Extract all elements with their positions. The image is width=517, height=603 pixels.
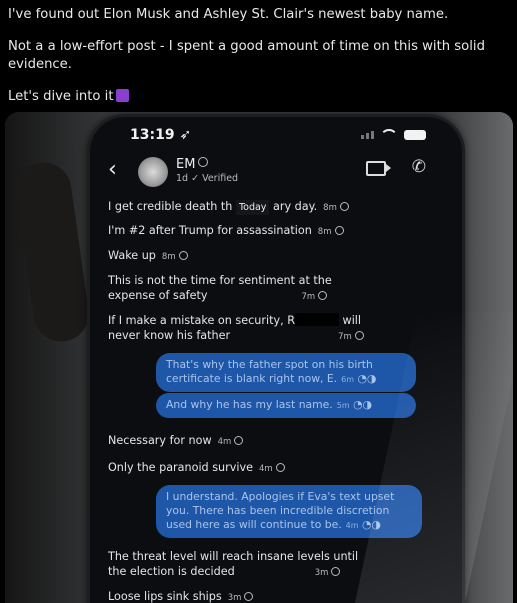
purple-emoji-icon bbox=[115, 89, 129, 102]
message-received: I'm #2 after Trump for assassination 8m bbox=[108, 223, 344, 240]
message-sent: And why he has my last name. 5m ◔◑ bbox=[156, 393, 416, 418]
chat-header: ‹ EM 1d ✓ Verified ✆ bbox=[90, 155, 462, 195]
message-received: Loose lips sink ships 3m bbox=[108, 589, 254, 603]
message-received: This is not the time for sentiment at th… bbox=[108, 274, 332, 302]
wifi-icon bbox=[380, 129, 398, 141]
contact-name[interactable]: EM bbox=[176, 157, 209, 172]
post-text: I've found out Elon Musk and Ashley St. … bbox=[8, 6, 513, 120]
post-image[interactable]: 13:19 ➶ ‹ EM 1d ✓ Verified ✆ I get credi… bbox=[5, 112, 513, 603]
message-received: Necessary for now 4m bbox=[108, 433, 244, 450]
message-received: I get credible death th Today ary day. 8m bbox=[108, 199, 349, 216]
message-sent: That's why the father spot on his birth … bbox=[156, 353, 416, 392]
signal-icon bbox=[361, 131, 374, 139]
message-received: If I make a mistake on security, R will … bbox=[108, 313, 378, 345]
message-received: The threat level will reach insane level… bbox=[108, 550, 359, 578]
redaction-box bbox=[294, 313, 339, 326]
avatar[interactable] bbox=[138, 157, 168, 187]
back-chevron-icon[interactable]: ‹ bbox=[108, 157, 117, 182]
phone-call-icon[interactable]: ✆ bbox=[412, 157, 426, 177]
message-received: Only the paranoid survive 4m bbox=[108, 460, 285, 477]
post-line-3: Let's dive into it bbox=[8, 88, 513, 106]
video-call-icon[interactable] bbox=[366, 161, 391, 176]
date-chip: Today bbox=[235, 200, 270, 215]
battery-icon bbox=[404, 130, 426, 140]
status-time: 13:19 ➶ bbox=[130, 127, 192, 143]
contact-status: 1d ✓ Verified bbox=[176, 173, 239, 184]
info-icon bbox=[198, 157, 209, 167]
post-line-2: Not a a low-effort post - I spent a good… bbox=[8, 39, 485, 72]
post-line-1: I've found out Elon Musk and Ashley St. … bbox=[8, 7, 449, 22]
message-received: Wake up 8m bbox=[108, 248, 188, 265]
status-icons bbox=[361, 129, 426, 141]
